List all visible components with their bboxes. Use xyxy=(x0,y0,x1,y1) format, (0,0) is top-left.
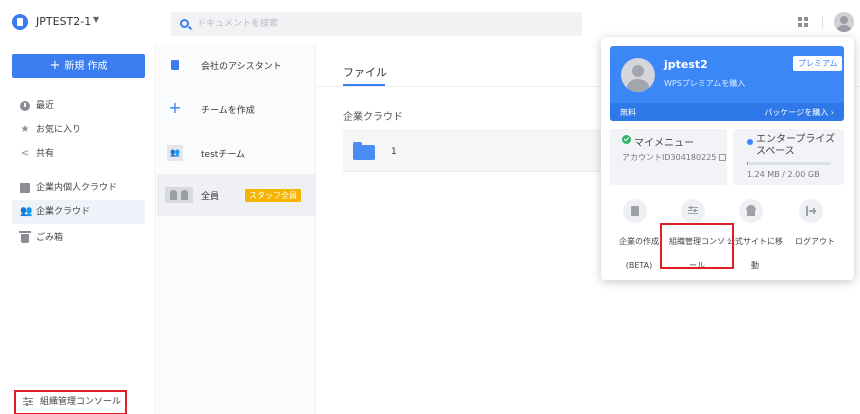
sidebar-item-label: お気に入り xyxy=(36,125,82,135)
sidebar-item-label: ごみ箱 xyxy=(36,233,64,243)
org-admin-console-link[interactable]: 組織管理コンソール xyxy=(14,390,127,414)
storage-progress-fill xyxy=(747,162,748,165)
storage-usage: 1.24 MB / 2.00 GB xyxy=(747,170,820,179)
trash-icon xyxy=(19,231,31,243)
check-circle-icon xyxy=(622,135,631,144)
share-icon: < xyxy=(20,148,30,159)
apps-grid-icon[interactable] xyxy=(798,17,808,27)
action-label-line2: 動 xyxy=(751,261,759,270)
console-link-label: 組織管理コンソール xyxy=(40,397,122,407)
highlight-box xyxy=(660,223,734,269)
workspace-logo-icon xyxy=(12,14,28,30)
account-id-text: アカウントID304180225 xyxy=(622,153,717,162)
chevron-down-icon[interactable]: ▼ xyxy=(93,15,99,24)
official-site-action[interactable]: 公式サイトに移動 xyxy=(725,199,785,270)
file-name[interactable]: 1 xyxy=(391,147,397,157)
home-icon xyxy=(739,199,763,223)
sliders-icon xyxy=(681,199,705,223)
sidebar-item-label: 企業クラウド xyxy=(36,207,91,217)
action-label: ログアウト xyxy=(785,230,845,254)
my-menu-title: マイメニュー xyxy=(634,138,694,149)
document-icon xyxy=(20,183,30,193)
sidebar-item-enterprise-cloud[interactable]: 👥 企業クラウド xyxy=(12,200,145,224)
folder-icon xyxy=(353,142,375,160)
plus-icon: + xyxy=(168,98,182,117)
account-id: アカウントID304180225 xyxy=(622,152,727,163)
upgrade-link[interactable]: WPSプレミアムを購入 xyxy=(664,78,745,89)
tab-files[interactable]: ファイル xyxy=(343,64,387,80)
enterprise-storage-card[interactable]: エンタープライズスペース 1.24 MB / 2.00 GB xyxy=(733,129,844,185)
team-label: 全員 xyxy=(201,192,220,202)
search-box[interactable] xyxy=(171,12,582,36)
storage-dot-icon xyxy=(747,139,753,145)
sidebar-item-label: 共有 xyxy=(36,149,55,159)
building-icon xyxy=(623,199,647,223)
sidebar: + 新規 作成 最近 ★ お気に入り < 共有 企業内個人クラウド 👥 企業クラウ… xyxy=(0,44,156,414)
sidebar-item-label: 企業内個人クラウド xyxy=(36,183,118,193)
action-label-line1: 企業の作成 xyxy=(619,237,659,246)
team-label: testチーム xyxy=(201,150,246,160)
plus-icon: + xyxy=(49,58,61,73)
profile-username: jptest2 xyxy=(664,58,708,71)
star-icon: ★ xyxy=(20,124,30,135)
user-avatar[interactable] xyxy=(834,12,854,32)
team-label: チームを作成 xyxy=(201,106,255,116)
new-create-label: 新規 作成 xyxy=(64,61,108,72)
storage-title: エンタープライズスペース xyxy=(756,134,836,157)
team-label: 会社のアシスタント xyxy=(201,62,282,72)
buy-package-link[interactable]: パッケージを購入 › xyxy=(764,107,834,118)
people-icon: 👥 xyxy=(20,206,33,217)
plan-bar: 無料 パッケージを購入 › xyxy=(610,103,844,121)
profile-popover: jptest2 WPSプレミアムを購入 プレミアム 無料 パッケージを購入 › … xyxy=(601,37,854,280)
staff-badge: スタッフ全員 xyxy=(245,189,301,202)
all-members-icon xyxy=(165,187,193,203)
sidebar-item-label: 最近 xyxy=(36,101,55,111)
profile-avatar xyxy=(621,58,655,92)
premium-button[interactable]: プレミアム xyxy=(793,56,843,71)
storage-progress-bar xyxy=(747,162,831,165)
team-item-company-assistant[interactable]: 会社のアシスタント xyxy=(157,44,316,86)
team-item-create-team[interactable]: + チームを作成 xyxy=(157,88,316,130)
search-input[interactable] xyxy=(197,15,567,33)
action-label-line1: 公式サイトに移 xyxy=(727,237,783,246)
workspace-name[interactable]: JPTEST2-1 xyxy=(36,15,91,28)
my-menu-card[interactable]: マイメニュー アカウントID304180225 xyxy=(610,129,727,185)
team-icon: 👥 xyxy=(167,145,183,161)
action-label: 公式サイトに移動 xyxy=(725,230,785,278)
sliders-icon xyxy=(23,397,33,406)
action-label-line1: ログアウト xyxy=(795,237,835,246)
logout-icon xyxy=(799,199,823,223)
section-title: 企業クラウド xyxy=(343,112,403,123)
clock-icon xyxy=(20,101,30,111)
new-create-button[interactable]: + 新規 作成 xyxy=(12,54,145,78)
sidebar-item-trash[interactable]: ごみ箱 xyxy=(12,226,145,250)
profile-header: jptest2 WPSプレミアムを購入 プレミアム 無料 パッケージを購入 › xyxy=(610,46,844,121)
sidebar-item-personal-cloud[interactable]: 企業内個人クラウド xyxy=(12,176,145,200)
sidebar-item-shared[interactable]: < 共有 xyxy=(12,142,145,166)
logout-action[interactable]: ログアウト xyxy=(785,199,845,269)
divider xyxy=(822,16,823,28)
team-item-all-members[interactable]: 全員 スタッフ全員 xyxy=(157,174,316,216)
sidebar-item-recent[interactable]: 最近 xyxy=(12,94,145,118)
plan-label: 無料 xyxy=(620,108,636,117)
file-row[interactable]: 1 ( xyxy=(343,130,643,172)
copy-icon[interactable] xyxy=(719,154,727,161)
search-icon xyxy=(180,19,189,28)
building-icon xyxy=(167,57,183,73)
team-item-test-team[interactable]: 👥 testチーム xyxy=(157,132,316,174)
sidebar-item-favorites[interactable]: ★ お気に入り xyxy=(12,118,145,142)
action-label-line2: (BETA) xyxy=(625,261,653,270)
team-list: 会社のアシスタント + チームを作成 👥 testチーム 全員 スタッフ全員 xyxy=(157,44,316,414)
